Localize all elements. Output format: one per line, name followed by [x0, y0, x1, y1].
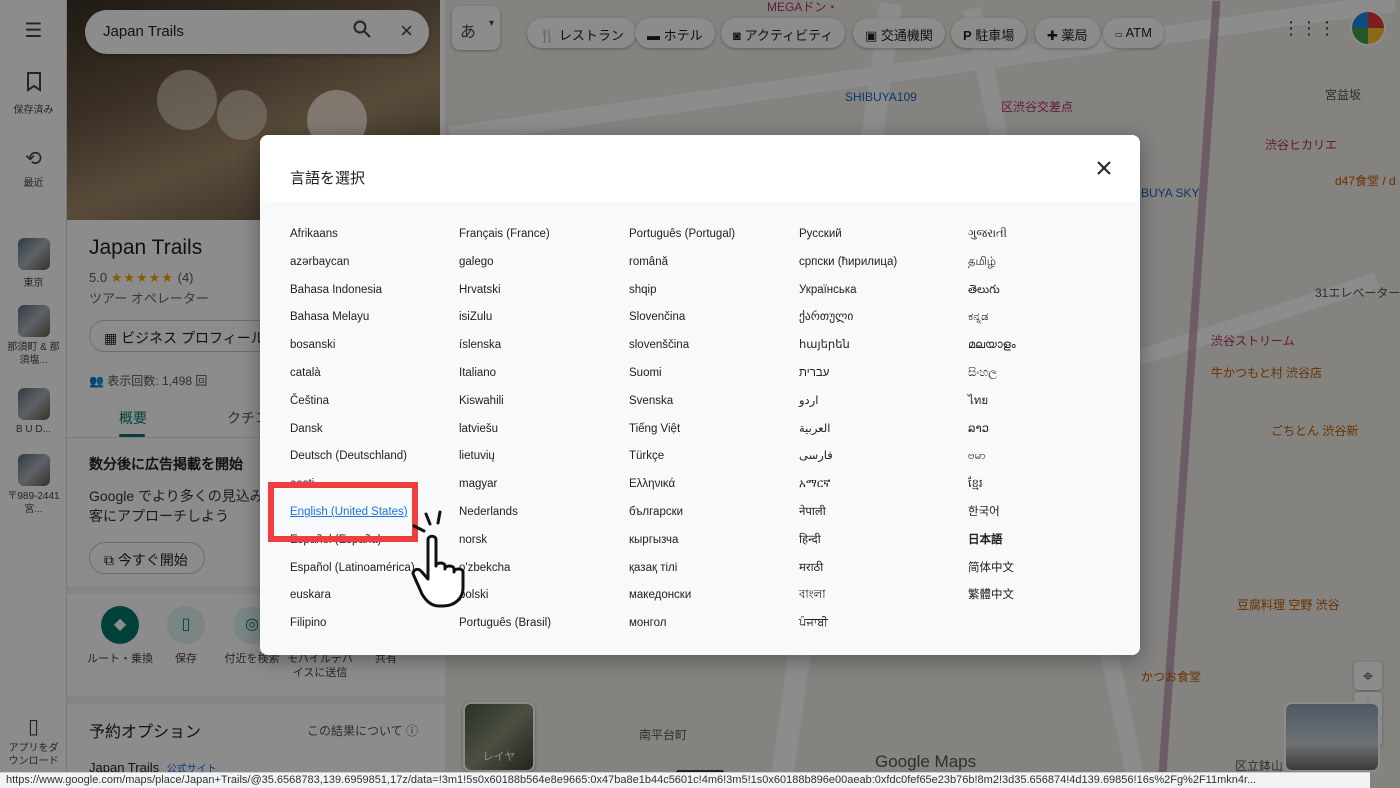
language-option[interactable]: Hrvatski: [459, 283, 624, 311]
language-option[interactable]: Italiano: [459, 366, 624, 394]
language-option[interactable]: 简体中文: [968, 561, 1133, 589]
language-option[interactable]: lietuvių: [459, 449, 624, 477]
language-list: Afrikaans azərbaycan Bahasa Indonesia Bahas…: [260, 201, 1140, 655]
language-option[interactable]: සිංහල: [968, 366, 1133, 394]
language-option[interactable]: Русский: [799, 227, 964, 255]
language-option[interactable]: ქართული: [799, 310, 964, 338]
language-option[interactable]: हिन्दी: [799, 533, 964, 561]
close-icon: [1097, 161, 1111, 175]
language-option[interactable]: català: [290, 366, 455, 394]
dialog-header: 言語を選択: [260, 135, 1140, 201]
language-option[interactable]: Українська: [799, 283, 964, 311]
language-option[interactable]: қазақ тілі: [629, 561, 794, 589]
language-option[interactable]: кыргызча: [629, 533, 794, 561]
language-dialog: 言語を選択 Afrikaans azərbaycan Bahasa Indonesi…: [260, 135, 1140, 655]
language-option[interactable]: ગુજરાતી: [968, 227, 1133, 255]
language-option[interactable]: አማርኛ: [799, 477, 964, 505]
language-option[interactable]: Bahasa Melayu: [290, 310, 455, 338]
language-option[interactable]: ಕನ್ನಡ: [968, 310, 1133, 338]
language-option[interactable]: اردو: [799, 394, 964, 422]
language-option[interactable]: íslenska: [459, 338, 624, 366]
language-option[interactable]: فارسی: [799, 449, 964, 477]
language-option[interactable]: Slovenčina: [629, 310, 794, 338]
language-option[interactable]: Français (France): [459, 227, 624, 255]
language-option-current[interactable]: 日本語: [968, 533, 1133, 561]
language-option[interactable]: עברית: [799, 366, 964, 394]
language-option[interactable]: Kiswahili: [459, 394, 624, 422]
language-option[interactable]: Bahasa Indonesia: [290, 283, 455, 311]
language-option[interactable]: galego: [459, 255, 624, 283]
language-option[interactable]: română: [629, 255, 794, 283]
language-option[interactable]: Dansk: [290, 422, 455, 450]
language-option[interactable]: Türkçe: [629, 449, 794, 477]
language-option[interactable]: монгол: [629, 616, 794, 644]
language-option[interactable]: ਪੰਜਾਬੀ: [799, 616, 964, 644]
language-option[interactable]: తెలుగు: [968, 283, 1133, 311]
language-option[interactable]: Português (Portugal): [629, 227, 794, 255]
language-option[interactable]: српски (ћирилица): [799, 255, 964, 283]
language-option[interactable]: Filipino: [290, 616, 455, 644]
language-option[interactable]: Tiếng Việt: [629, 422, 794, 450]
language-option[interactable]: magyar: [459, 477, 624, 505]
language-option[interactable]: ລາວ: [968, 422, 1133, 450]
language-option[interactable]: Čeština: [290, 394, 455, 422]
language-option[interactable]: മലയാളം: [968, 338, 1133, 366]
language-option[interactable]: azərbaycan: [290, 255, 455, 283]
language-option[interactable]: Afrikaans: [290, 227, 455, 255]
language-option[interactable]: Português (Brasil): [459, 616, 624, 644]
language-option[interactable]: bosanski: [290, 338, 455, 366]
language-option[interactable]: հայերեն: [799, 338, 964, 366]
highlight-box: [268, 482, 418, 542]
language-option[interactable]: shqip: [629, 283, 794, 311]
language-option[interactable]: العربية: [799, 422, 964, 450]
language-option[interactable]: slovenščina: [629, 338, 794, 366]
language-column: Português (Portugal) română shqip Slovenčin…: [629, 227, 794, 644]
language-option[interactable]: македонски: [629, 588, 794, 616]
language-option[interactable]: ဗမာ: [968, 449, 1133, 477]
language-column: Русский српски (ћирилица) Українська ქართულ…: [799, 227, 964, 644]
language-option[interactable]: isiZulu: [459, 310, 624, 338]
language-option[interactable]: தமிழ்: [968, 255, 1133, 283]
language-option[interactable]: नेपाली: [799, 505, 964, 533]
status-bar-url: https://www.google.com/maps/place/Japan+…: [0, 772, 1370, 788]
language-option[interactable]: български: [629, 505, 794, 533]
language-option[interactable]: 繁體中文: [968, 588, 1133, 616]
language-option[interactable]: Ελληνικά: [629, 477, 794, 505]
close-button[interactable]: [1090, 155, 1118, 183]
dialog-title: 言語を選択: [290, 170, 366, 187]
language-option[interactable]: Svenska: [629, 394, 794, 422]
language-option[interactable]: 한국어: [968, 505, 1133, 533]
language-option[interactable]: Suomi: [629, 366, 794, 394]
language-column: ગુજરાતી தமிழ் తెలుగు ಕನ್ನಡ മലയാളം සිංහල ไทย ລາວ…: [968, 227, 1133, 616]
language-option[interactable]: ខ្មែរ: [968, 477, 1133, 505]
language-option[interactable]: latviešu: [459, 422, 624, 450]
language-option[interactable]: Deutsch (Deutschland): [290, 449, 455, 477]
pointer-hand-icon: [411, 510, 465, 608]
language-option[interactable]: मराठी: [799, 561, 964, 589]
language-option[interactable]: ไทย: [968, 394, 1133, 422]
language-option[interactable]: বাংলা: [799, 588, 964, 616]
